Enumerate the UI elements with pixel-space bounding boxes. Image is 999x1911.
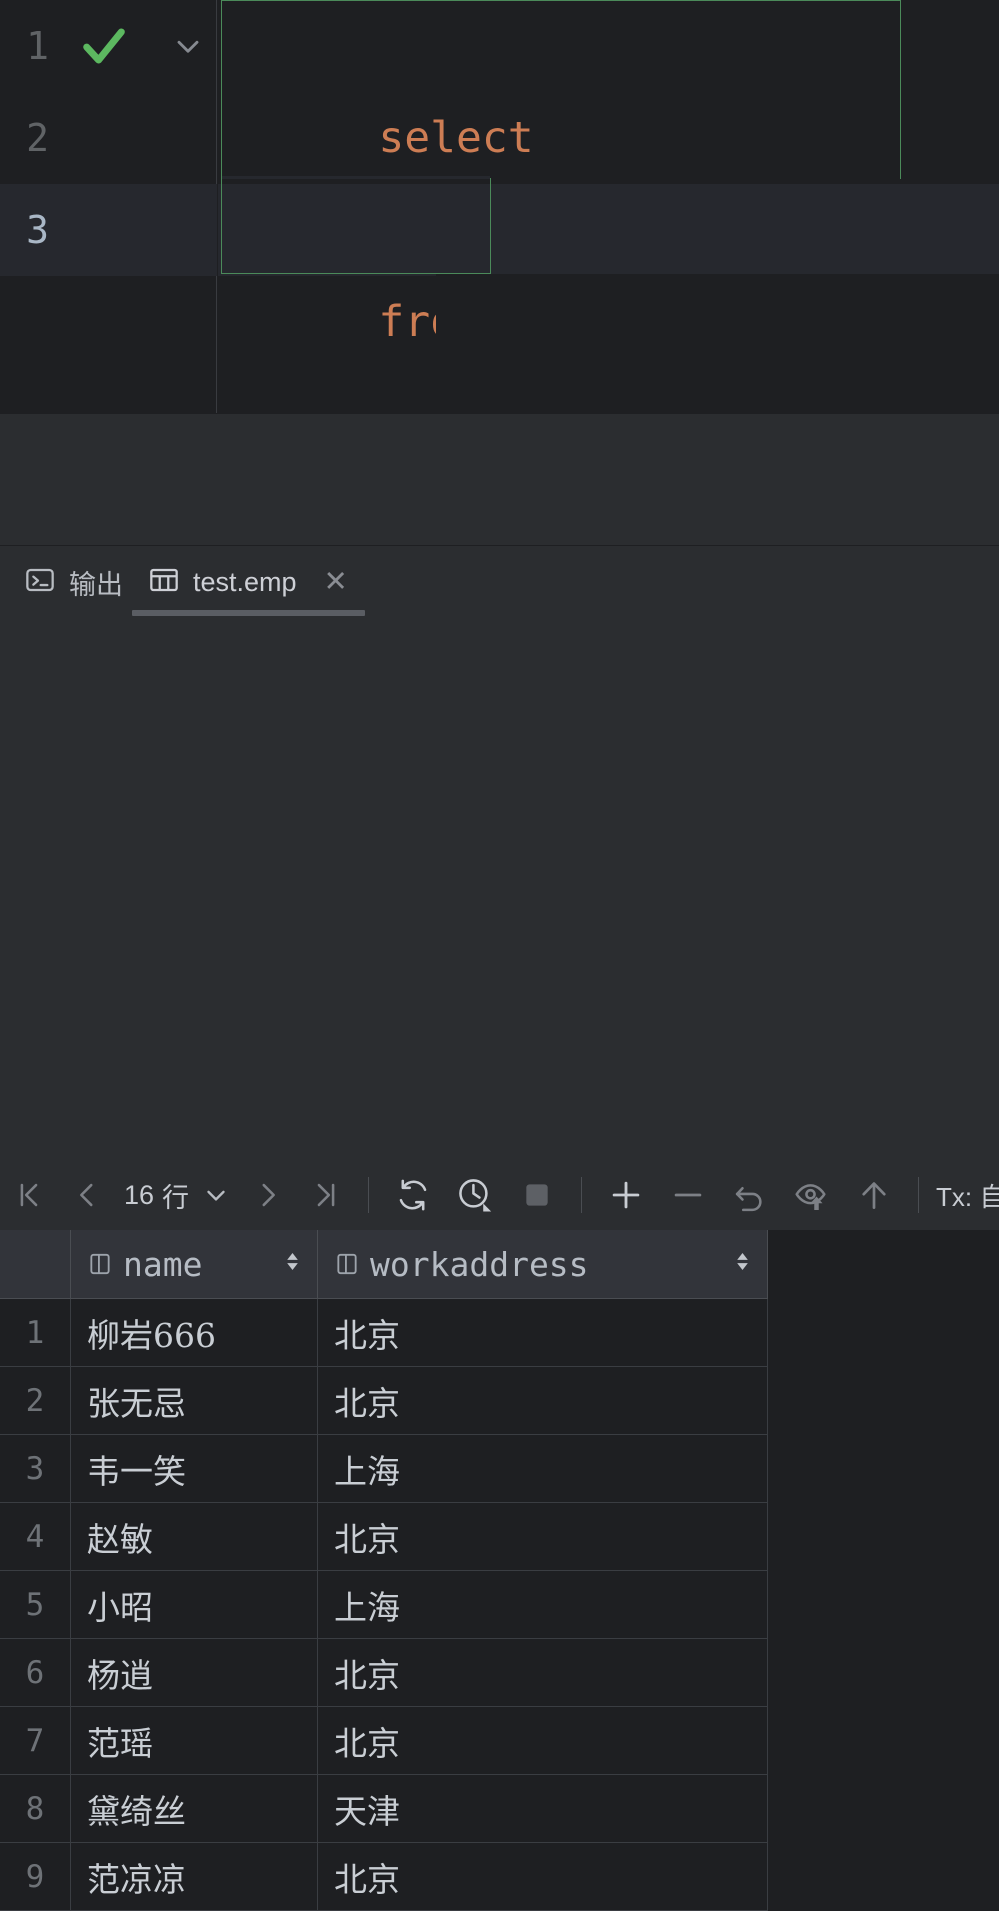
header-rownum-corner [0,1230,71,1298]
cell-name[interactable]: 范瑶 [71,1707,318,1774]
column-header-label: workaddress [370,1244,589,1284]
toolbar-divider-3 [918,1177,920,1213]
cell-workaddress[interactable]: 北京 [318,1707,768,1774]
code-line-3[interactable]: from emp; [218,184,999,347]
result-grid[interactable]: name workaddress 1 柳岩666 北京 2 张无忌 北京 3 韦… [0,1230,999,1911]
table-row[interactable]: 5 小昭 上海 [0,1571,768,1639]
sql-editor[interactable]: 1 2 3 select name,workaddress [0,0,999,413]
tab-test-emp-label: test.emp [193,566,297,597]
row-number[interactable]: 6 [0,1639,71,1706]
add-row-button[interactable] [595,1162,657,1228]
close-icon[interactable]: ✕ [324,567,348,597]
cell-workaddress[interactable]: 北京 [318,1299,768,1366]
stop-button[interactable] [506,1162,568,1228]
column-header-label: name [123,1244,203,1284]
panel-tab-bar: 输出 test.emp ✕ [0,546,999,618]
chevron-down-icon [201,1180,231,1210]
row-count-selector[interactable]: 16 行 [116,1162,239,1228]
toolbar-divider [368,1177,370,1213]
gutter-line-2: 2 [0,92,217,184]
column-icon [87,1251,113,1277]
row-number[interactable]: 3 [0,1435,71,1502]
cell-workaddress[interactable]: 上海 [318,1571,768,1638]
grid-toolbar: 16 行 Tx: 自 [0,1162,999,1228]
tab-test-emp[interactable]: test.emp ✕ [132,546,364,618]
table-row[interactable]: 7 范瑶 北京 [0,1707,768,1775]
line-number: 2 [26,116,49,160]
table-row[interactable]: 4 赵敏 北京 [0,1503,768,1571]
cell-name[interactable]: 杨逍 [71,1639,318,1706]
active-tab-underline [132,610,365,616]
row-number[interactable]: 2 [0,1367,71,1434]
revert-changes-button[interactable] [719,1162,781,1228]
services-panel: 输出 test.emp ✕ 16 行 Tx: 自 name workaddres… [0,546,999,1911]
cell-workaddress[interactable]: 北京 [318,1503,768,1570]
row-count-value: 16 [124,1179,155,1210]
cell-workaddress[interactable]: 天津 [318,1775,768,1842]
preview-pending-button[interactable] [781,1162,843,1228]
sort-arrows-icon[interactable] [734,1249,751,1280]
last-page-button[interactable] [297,1162,355,1228]
table-row[interactable]: 9 范凉凉 北京 [0,1843,768,1911]
cell-workaddress[interactable]: 北京 [318,1367,768,1434]
terminal-icon [24,564,56,601]
gutter-line-3: 3 [0,184,217,276]
tx-label: Tx: 自动 [936,1181,999,1212]
grid-header-row: name workaddress [0,1230,768,1299]
submit-changes-button[interactable] [843,1162,905,1228]
editor-code-area[interactable]: select name,workaddress from emp; [218,0,999,413]
row-count-unit: 行 [162,1182,190,1213]
editor-empty-space[interactable] [436,274,999,413]
panel-splitter-area[interactable] [0,413,999,546]
remove-row-button[interactable] [657,1162,719,1228]
prev-page-button[interactable] [58,1162,116,1228]
column-header-workaddress[interactable]: workaddress [318,1230,768,1298]
table-row[interactable]: 2 张无忌 北京 [0,1367,768,1435]
cell-name[interactable]: 韦一笑 [71,1435,318,1502]
toolbar-divider-2 [581,1177,583,1213]
grid-empty-right-area [768,1230,999,1900]
gutter-line-1: 1 [0,0,217,92]
row-number[interactable]: 4 [0,1503,71,1570]
cell-name[interactable]: 黛绮丝 [71,1775,318,1842]
sort-arrows-icon[interactable] [284,1249,301,1280]
table-row[interactable]: 1 柳岩666 北京 [0,1299,768,1367]
line-number: 3 [26,208,49,252]
column-header-name[interactable]: name [71,1230,318,1298]
tab-output-label: 输出 [69,569,123,600]
line-number: 1 [26,24,49,68]
cell-name[interactable]: 小昭 [71,1571,318,1638]
code-fold-chevron-icon[interactable] [170,28,206,64]
statement-highlight-joiner [222,176,490,179]
first-page-button[interactable] [0,1162,58,1228]
row-number[interactable]: 5 [0,1571,71,1638]
editor-gutter: 1 2 3 [0,0,217,413]
history-button[interactable] [444,1162,506,1228]
code-line-2[interactable]: name,workaddress [218,92,999,255]
refresh-button[interactable] [382,1162,444,1228]
row-number[interactable]: 7 [0,1707,71,1774]
row-number[interactable]: 8 [0,1775,71,1842]
table-row[interactable]: 8 黛绮丝 天津 [0,1775,768,1843]
row-number[interactable]: 9 [0,1843,71,1910]
row-number[interactable]: 1 [0,1299,71,1366]
column-icon [334,1251,360,1277]
transaction-mode-selector[interactable]: Tx: 自动 [932,1162,999,1228]
next-page-button[interactable] [239,1162,297,1228]
tab-output[interactable]: 输出 [8,546,139,618]
cell-workaddress[interactable]: 北京 [318,1639,768,1706]
cell-name[interactable]: 赵敏 [71,1503,318,1570]
table-row[interactable]: 6 杨逍 北京 [0,1639,768,1707]
cell-name[interactable]: 柳岩666 [71,1299,318,1366]
grid-body[interactable]: 1 柳岩666 北京 2 张无忌 北京 3 韦一笑 上海 4 赵敏 北京 5 小昭 上海 6 杨逍 北京 7 范瑶 北京… [0,1299,768,1911]
table-icon [148,564,180,601]
cell-name[interactable]: 张无忌 [71,1367,318,1434]
cell-workaddress[interactable]: 上海 [318,1435,768,1502]
code-line-1[interactable]: select [218,0,999,163]
cell-workaddress[interactable]: 北京 [318,1843,768,1910]
run-statement-check-icon[interactable] [78,20,130,72]
table-row[interactable]: 3 韦一笑 上海 [0,1435,768,1503]
cell-name[interactable]: 范凉凉 [71,1843,318,1910]
